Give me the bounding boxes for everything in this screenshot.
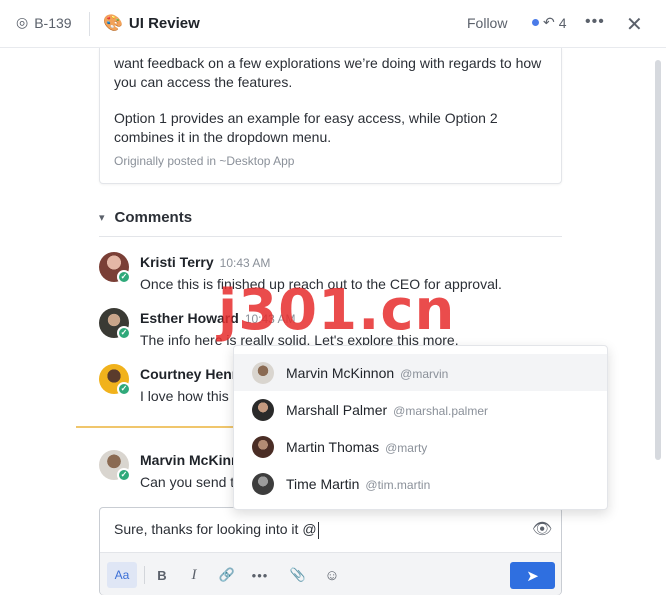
- mention-handle: @tim.martin: [365, 477, 431, 492]
- comment-time: 10:43 AM: [244, 312, 296, 326]
- description-card: want feedback on a few explorations we’r…: [99, 48, 562, 184]
- comment-author[interactable]: Esther Howard: [140, 310, 239, 326]
- toolbar-divider: [144, 566, 145, 584]
- description-paragraph-1: want feedback on a few explorations we’r…: [114, 55, 542, 90]
- header-divider: [89, 12, 90, 36]
- mention-option[interactable]: Marshall Palmer @marshal.palmer: [234, 391, 607, 428]
- reply-icon: ↶: [543, 14, 555, 30]
- avatar: [252, 435, 274, 458]
- italic-icon[interactable]: I: [184, 562, 204, 588]
- comments-title: Comments: [114, 209, 193, 226]
- avatar: [252, 472, 274, 495]
- online-check-icon: ✓: [117, 468, 131, 482]
- mention-handle: @marshal.palmer: [393, 403, 489, 418]
- ticket-id[interactable]: ◎ B-139: [16, 14, 72, 31]
- online-check-icon: ✓: [117, 382, 131, 396]
- top-bar: ◎ B-139 🎨 UI Review Follow ↶ 4 ••• ✕: [0, 0, 666, 48]
- more-options-icon[interactable]: •••: [585, 13, 605, 31]
- more-formatting-icon[interactable]: •••: [250, 562, 270, 588]
- online-check-icon: ✓: [117, 326, 131, 340]
- mention-name: Time Martin: [286, 475, 360, 492]
- description-paragraph-2: Option 1 provides an example for easy ac…: [114, 110, 498, 145]
- emoji-icon[interactable]: ☺: [322, 562, 342, 588]
- mention-dropdown: Marvin McKinnon @marvin Marshall Palmer @m…: [233, 345, 608, 510]
- scrollbar[interactable]: [655, 60, 661, 460]
- posted-in-label[interactable]: Originally posted in ~Desktop App: [114, 154, 294, 168]
- mention-option[interactable]: Time Martin @tim.martin: [234, 465, 607, 502]
- page-title: UI Review: [128, 14, 200, 32]
- mention-name: Martin Thomas: [286, 438, 380, 455]
- chevron-down-icon: ▾: [99, 212, 105, 224]
- composer-input[interactable]: Sure, thanks for looking into it @: [114, 521, 319, 539]
- channel-title[interactable]: 🎨 UI Review: [103, 13, 200, 33]
- send-button[interactable]: ➤: [510, 562, 555, 589]
- follow-button[interactable]: Follow: [467, 15, 507, 31]
- avatar: [252, 361, 274, 384]
- palette-icon: 🎨: [103, 15, 123, 32]
- comment-time: 10:43 AM: [219, 256, 271, 270]
- link-icon[interactable]: 🔗: [217, 562, 237, 588]
- attachment-icon[interactable]: 📎: [288, 562, 308, 588]
- comments-toggle[interactable]: ▾ Comments: [99, 209, 192, 226]
- composer-text: Sure, thanks for looking into it @: [114, 521, 317, 537]
- replies-indicator[interactable]: ↶ 4: [532, 14, 567, 31]
- mention-name: Marshall Palmer: [286, 401, 388, 418]
- text-caret: [317, 521, 319, 539]
- composer-toolbar: Aa B I 🔗 ••• 📎 ☺ ➤: [100, 552, 561, 595]
- mention-option[interactable]: Marvin McKinnon @marvin: [234, 354, 607, 391]
- comment-text: I love how this i: [140, 388, 236, 404]
- mention-handle: @marvin: [400, 366, 449, 381]
- unread-dot: [532, 19, 539, 26]
- comment-author[interactable]: Marvin McKinn: [140, 452, 240, 468]
- comments-divider: [99, 236, 562, 237]
- send-icon: ➤: [526, 567, 539, 585]
- close-icon[interactable]: ✕: [626, 12, 643, 37]
- eye-icon[interactable]: 👁: [532, 519, 552, 539]
- comment-text: Once this is finished up reach out to th…: [140, 276, 502, 292]
- mention-name: Marvin McKinnon: [286, 364, 395, 381]
- comment-author[interactable]: Courtney Henr: [140, 366, 237, 382]
- avatar: [252, 398, 274, 421]
- mention-handle: @marty: [385, 440, 428, 455]
- online-check-icon: ✓: [117, 270, 131, 284]
- reply-count: 4: [558, 14, 567, 31]
- ticket-id-label: B-139: [34, 14, 72, 31]
- bold-icon[interactable]: B: [152, 562, 172, 588]
- mention-option[interactable]: Martin Thomas @marty: [234, 428, 607, 465]
- comment-text: Can you send th: [140, 474, 242, 490]
- target-icon: ◎: [16, 14, 29, 30]
- format-toggle-button[interactable]: Aa: [107, 562, 137, 588]
- comment-composer[interactable]: Sure, thanks for looking into it @ 👁 Aa …: [99, 507, 562, 595]
- comment-author[interactable]: Kristi Terry: [140, 254, 214, 270]
